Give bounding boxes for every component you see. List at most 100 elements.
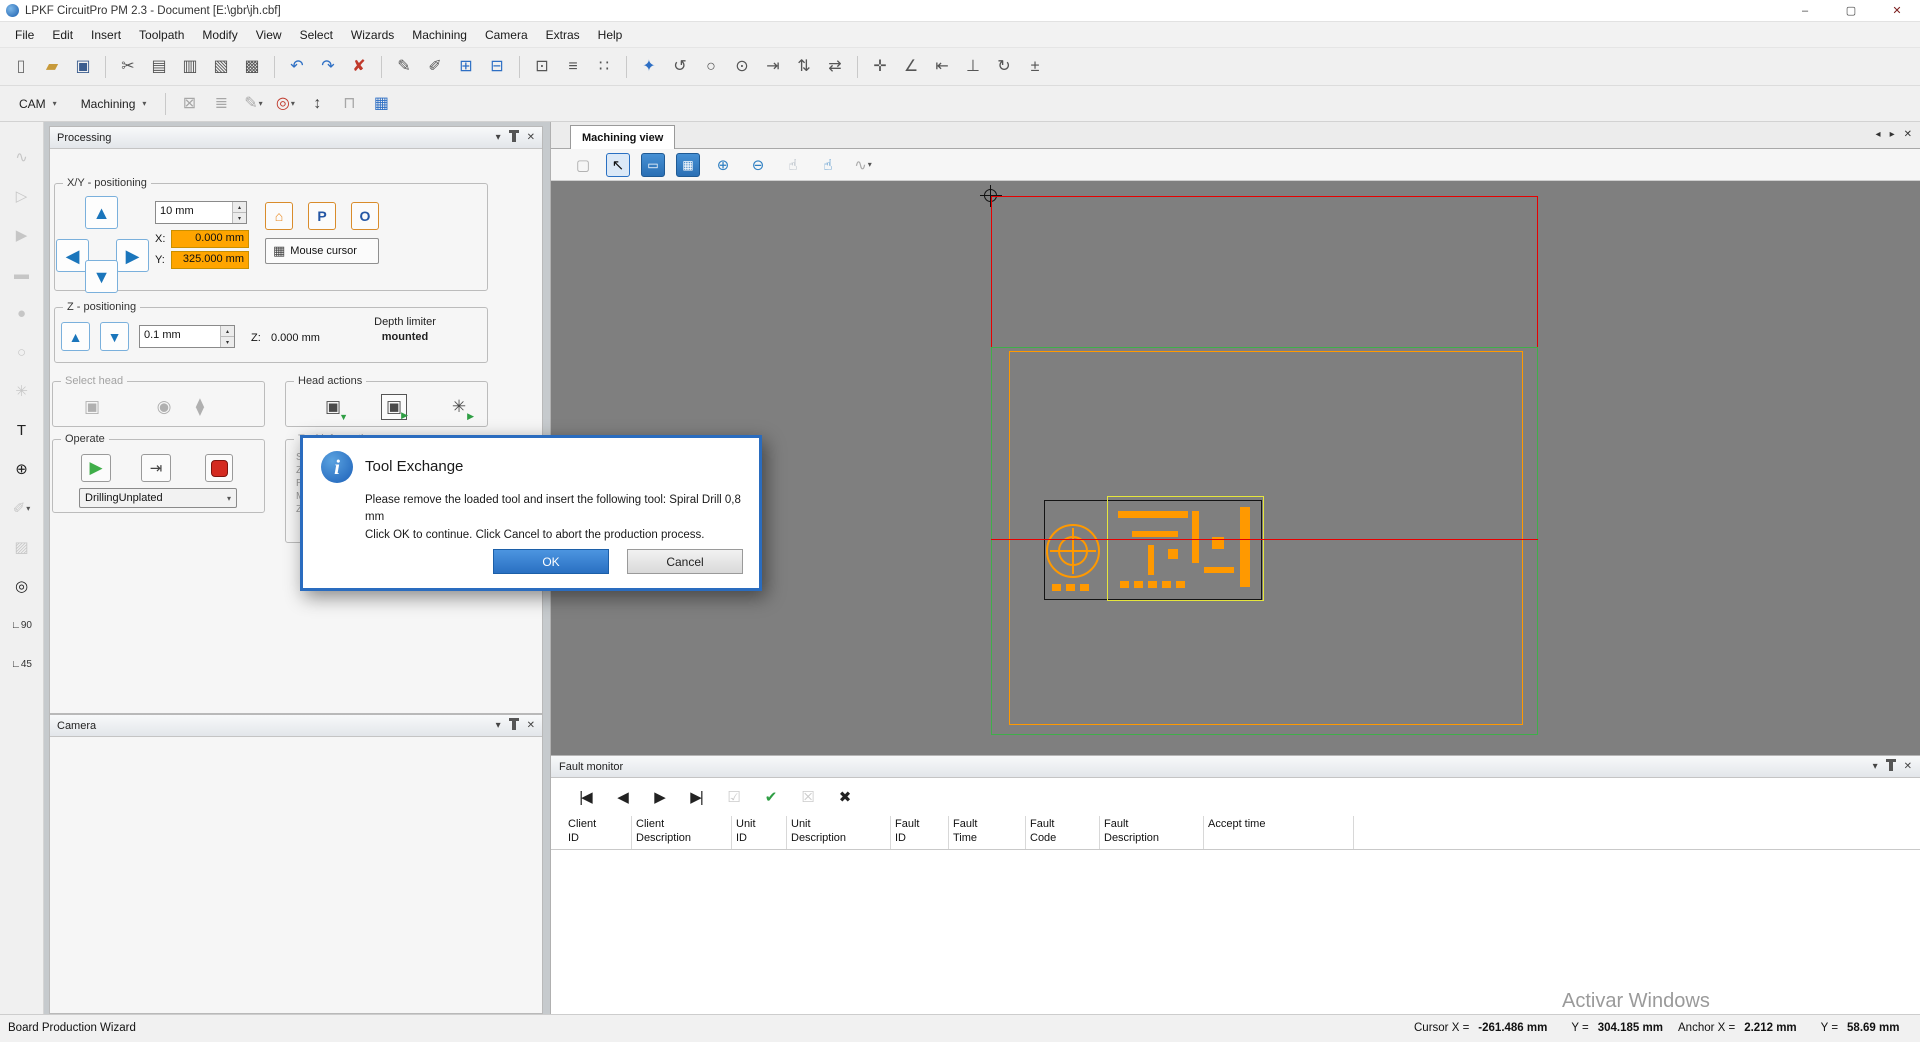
zoom-selection-tool[interactable]: ▦ xyxy=(676,153,700,177)
xy-step-spinner[interactable]: 10 mm ▴ ▾ xyxy=(155,201,247,224)
last-fault-button[interactable]: ▶| xyxy=(684,785,708,809)
jog-z-minus-button[interactable]: ▼ xyxy=(100,322,129,351)
pan-tool[interactable]: ☝ xyxy=(781,153,805,177)
flip-vertical-button[interactable]: ⇅ xyxy=(791,54,817,80)
jog-x-plus-button[interactable]: ▶ xyxy=(116,239,149,272)
mouse-cursor-button[interactable]: ▦ Mouse cursor xyxy=(265,238,379,264)
print-button[interactable]: ▩ xyxy=(239,54,265,80)
previous-fault-button[interactable]: ◀ xyxy=(610,785,634,809)
drill-hole-tool[interactable]: ◎ xyxy=(9,573,35,599)
tab-close-icon[interactable]: ✕ xyxy=(1904,129,1912,140)
move-pause-position-button[interactable]: P xyxy=(308,202,336,230)
process-phase-select[interactable]: DrillingUnplated ▾ xyxy=(79,488,237,508)
delete-button[interactable]: ✘ xyxy=(346,54,372,80)
fault-column-header[interactable]: Accept time xyxy=(1204,816,1354,849)
open-document-button[interactable]: ▰ xyxy=(39,54,65,80)
measure-route-tool[interactable]: ∿▾ xyxy=(851,153,875,177)
spin-down-icon[interactable]: ▾ xyxy=(221,336,234,347)
fault-column-header[interactable]: FaultTime xyxy=(949,816,1026,849)
design-wizard-button[interactable]: ✦ xyxy=(636,54,662,80)
panel-menu-icon[interactable]: ▾ xyxy=(496,133,501,143)
menu-item-machining[interactable]: Machining xyxy=(403,24,476,46)
jog-y-minus-button[interactable]: ▼ xyxy=(85,260,118,293)
paste-button[interactable]: ▥ xyxy=(177,54,203,80)
start-head-button[interactable]: ▣▶ xyxy=(381,394,407,420)
convert-button[interactable]: ⇥ xyxy=(760,54,786,80)
undo-button[interactable]: ↶ xyxy=(284,54,310,80)
panel-menu-icon[interactable]: ▾ xyxy=(1873,762,1878,772)
tab-scroll-right-icon[interactable]: ▸ xyxy=(1890,129,1895,140)
lower-head-button[interactable]: ▣▼ xyxy=(320,394,346,420)
move-button[interactable]: ✛ xyxy=(867,54,893,80)
menu-item-modify[interactable]: Modify xyxy=(193,24,246,46)
fault-column-header[interactable]: UnitID xyxy=(732,816,787,849)
draw-path-button[interactable]: ✐ xyxy=(422,54,448,80)
ok-button[interactable]: OK xyxy=(493,549,609,574)
panel-close-icon[interactable]: ✕ xyxy=(527,721,535,731)
panel-pin-icon[interactable] xyxy=(512,133,516,142)
rotate-angle-button[interactable]: ↻ xyxy=(991,54,1017,80)
fault-column-header[interactable]: ClientDescription xyxy=(632,816,732,849)
menu-item-wizards[interactable]: Wizards xyxy=(342,24,403,46)
redo-button[interactable]: ↷ xyxy=(315,54,341,80)
maximize-button[interactable]: ▢ xyxy=(1828,0,1874,21)
accept-all-faults-button[interactable]: ✔ xyxy=(758,785,782,809)
machining-mode-dropdown[interactable]: Machining ▾ xyxy=(72,93,156,115)
menu-item-extras[interactable]: Extras xyxy=(537,24,589,46)
menu-item-file[interactable]: File xyxy=(6,24,43,46)
tab-machining-view[interactable]: Machining view xyxy=(570,125,675,149)
menu-item-toolpath[interactable]: Toolpath xyxy=(130,24,193,46)
anchor-y-button[interactable]: ⊥ xyxy=(960,54,986,80)
paste-special-button[interactable]: ▧ xyxy=(208,54,234,80)
cancel-button[interactable]: Cancel xyxy=(627,549,743,574)
jog-z-plus-button[interactable]: ▲ xyxy=(61,322,90,351)
close-button[interactable]: ✕ xyxy=(1874,0,1920,21)
material-tool[interactable]: ▦ xyxy=(368,91,394,117)
menu-item-edit[interactable]: Edit xyxy=(43,24,82,46)
move-zero-position-button[interactable]: O xyxy=(351,202,379,230)
menu-item-camera[interactable]: Camera xyxy=(476,24,537,46)
select-tool[interactable]: ↖ xyxy=(606,153,630,177)
fault-column-header[interactable]: FaultCode xyxy=(1026,816,1100,849)
fault-column-header[interactable]: UnitDescription xyxy=(787,816,891,849)
xy-step-stepper[interactable]: ▴ ▾ xyxy=(232,202,246,223)
fault-column-header[interactable]: FaultDescription xyxy=(1100,816,1204,849)
stop-process-button[interactable] xyxy=(205,454,233,482)
group-button[interactable]: ⊡ xyxy=(529,54,555,80)
cut-button[interactable]: ✂ xyxy=(115,54,141,80)
move-home-button[interactable]: ⌂ xyxy=(265,202,293,230)
spin-down-icon[interactable]: ▾ xyxy=(233,212,246,223)
step-size-button[interactable]: ± xyxy=(1022,54,1048,80)
subtract-button[interactable]: ⊟ xyxy=(484,54,510,80)
jog-y-plus-button[interactable]: ▲ xyxy=(85,196,118,229)
distribute-button[interactable]: ∷ xyxy=(591,54,617,80)
tab-scroll-left-icon[interactable]: ◂ xyxy=(1876,129,1881,140)
placement-origin-tool[interactable]: ◎▾ xyxy=(272,91,298,117)
spin-up-icon[interactable]: ▴ xyxy=(221,326,234,336)
menu-item-select[interactable]: Select xyxy=(291,24,342,46)
fault-column-header[interactable]: FaultID xyxy=(891,816,949,849)
zoom-out-tool[interactable]: ⊖ xyxy=(746,153,770,177)
copy-button[interactable]: ▤ xyxy=(146,54,172,80)
panel-close-icon[interactable]: ✕ xyxy=(527,133,535,143)
angle-45-tool[interactable]: ∟45 xyxy=(9,651,35,677)
panel-pin-icon[interactable] xyxy=(512,721,516,730)
circle-button[interactable]: ○ xyxy=(698,54,724,80)
panel-close-icon[interactable]: ✕ xyxy=(1904,762,1912,772)
cam-mode-dropdown[interactable]: CAM ▾ xyxy=(10,93,66,115)
xy-step-value[interactable]: 10 mm xyxy=(156,202,232,223)
fiducial-tool[interactable]: ⊕ xyxy=(9,456,35,482)
new-document-button[interactable]: ▯ xyxy=(8,54,34,80)
ellipse-button[interactable]: ⊙ xyxy=(729,54,755,80)
x-position-field[interactable]: 0.000 mm xyxy=(171,230,249,248)
rotate-ccw-button[interactable]: ↺ xyxy=(667,54,693,80)
select-region-tool[interactable]: ▢ xyxy=(571,153,595,177)
edit-points-button[interactable]: ✎ xyxy=(391,54,417,80)
align-button[interactable]: ≡ xyxy=(560,54,586,80)
menu-item-help[interactable]: Help xyxy=(589,24,632,46)
alignment-tool[interactable]: ↕ xyxy=(304,91,330,117)
z-step-spinner[interactable]: 0.1 mm ▴ ▾ xyxy=(139,325,235,348)
menu-item-insert[interactable]: Insert xyxy=(82,24,130,46)
angle-90-tool[interactable]: ∟90 xyxy=(9,612,35,638)
z-step-stepper[interactable]: ▴ ▾ xyxy=(220,326,234,347)
